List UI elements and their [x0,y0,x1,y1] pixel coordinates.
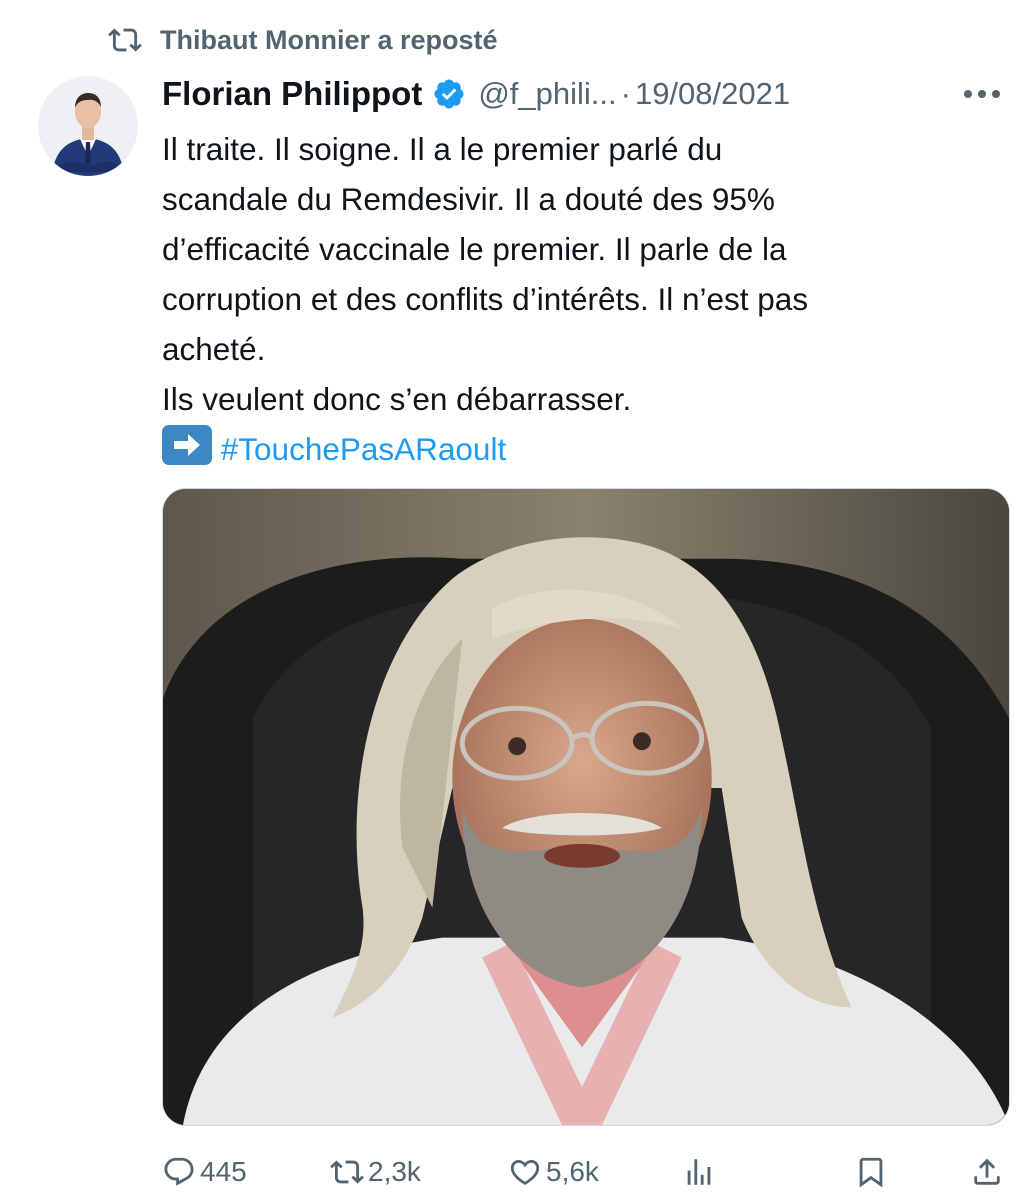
repost-text[interactable]: Thibaut Monnier a reposté [160,25,498,56]
separator-dot: · [620,76,631,111]
like-count: 5,6k [546,1156,599,1187]
like-button[interactable]: 5,6k [508,1148,599,1196]
hashtag-line: #TouchePasARaoult [162,424,1012,474]
repost-button[interactable]: 2,3k [330,1148,421,1196]
tweet-text-line: Il traite. Il soigne. Il a le premier pa… [162,131,723,167]
reply-icon [164,1157,194,1186]
tweet-text: Il traite. Il soigne. Il a le premier pa… [162,124,1012,474]
avatar[interactable] [38,76,138,176]
action-bar: 445 2,3k 5,6k [162,1148,1012,1196]
repost-context: Thibaut Monnier a reposté [108,20,498,60]
tweet-text-line: d’efficacité vaccinale le premier. Il pa… [162,231,787,267]
more-icon [964,90,1000,98]
reply-count: 445 [200,1156,247,1187]
bookmark-icon [859,1157,883,1188]
tweet[interactable]: Thibaut Monnier a reposté Florian Philip… [0,0,1036,1200]
reply-button[interactable]: 445 [162,1148,247,1196]
tweet-date[interactable]: 19/08/2021 [635,76,790,112]
more-options-button[interactable] [962,72,1002,116]
tweet-image[interactable] [162,488,1010,1126]
views-chart-icon [687,1159,711,1185]
tweet-text-line: Ils veulent donc s’en débarrasser. [162,381,632,417]
right-arrow-emoji-icon [162,425,212,465]
share-icon [974,1158,1000,1185]
share-button[interactable] [970,1148,1004,1196]
avatar-photo [38,76,138,176]
hashtag-link[interactable]: #TouchePasARaoult [221,431,506,467]
tweet-text-line: corruption et des conflits d’intérêts. I… [162,281,809,317]
tweet-text-line: scandale du Remdesivir. Il a douté des 9… [162,181,775,217]
heart-icon [510,1159,540,1185]
author-name[interactable]: Florian Philippot [162,75,422,113]
verified-badge-icon [434,79,464,109]
author-handle[interactable]: @f_phili... [478,76,616,112]
repost-icon [108,28,142,52]
portrait-photo [163,489,1009,1125]
bookmark-button[interactable] [854,1148,888,1196]
repost-count: 2,3k [368,1156,421,1187]
views-button[interactable] [682,1148,716,1196]
tweet-text-line: acheté. [162,331,266,367]
author-line: Florian Philippot @f_phili... · 19/08/20… [162,72,1012,116]
repost-icon [330,1160,364,1184]
